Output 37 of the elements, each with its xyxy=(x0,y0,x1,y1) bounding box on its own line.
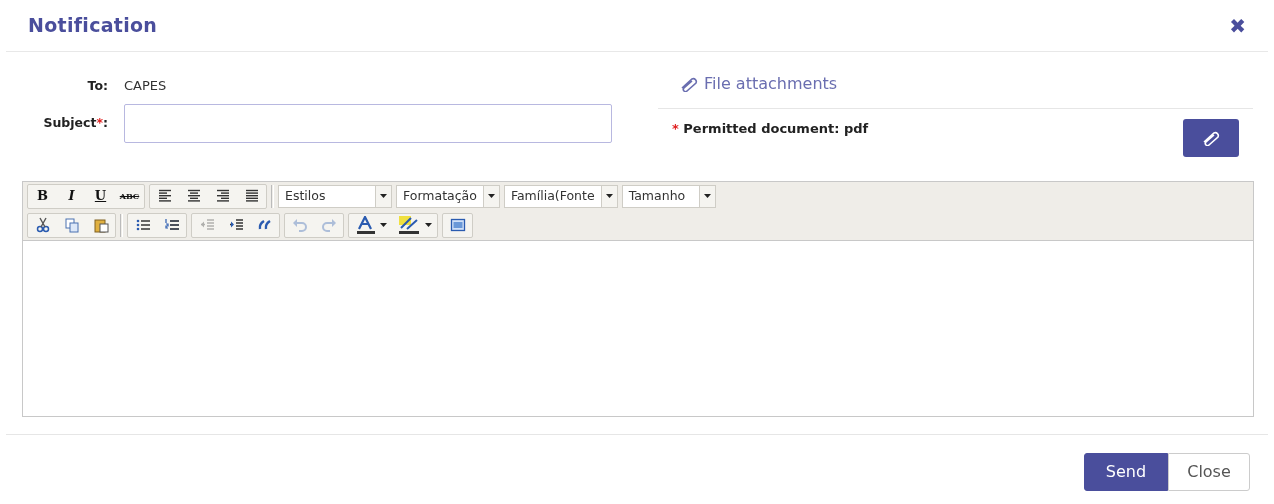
indent-icon xyxy=(227,217,244,233)
text-color-icon xyxy=(355,216,376,234)
attachments-heading: File attachments xyxy=(704,73,838,95)
format-dropdown[interactable]: Formatação xyxy=(396,184,500,208)
recipient-value: CAPES xyxy=(124,77,167,96)
attach-button[interactable] xyxy=(1183,118,1239,157)
scissors-icon xyxy=(34,217,51,233)
format-dropdown[interactable]: Estilos xyxy=(278,184,392,208)
permitted-document-note: * Permitted document: pdf xyxy=(672,119,869,138)
close-button[interactable]: Close xyxy=(1168,452,1250,491)
numbered-list-icon xyxy=(163,217,180,233)
dropdown-arrow-icon xyxy=(379,223,387,227)
format-dropdown[interactable]: Tamanho xyxy=(621,184,716,208)
bold-button[interactable]: B xyxy=(28,184,57,208)
align-left-icon xyxy=(156,188,173,204)
rich-text-editor[interactable]: B I U ABC Estilos Formatação Família(Fonte Tamanho xyxy=(22,180,1254,417)
window-icon xyxy=(449,217,466,233)
format-dropdown[interactable]: Família(Fonte xyxy=(503,184,618,208)
align-center-icon xyxy=(185,188,202,204)
underline-button[interactable]: U xyxy=(86,184,115,208)
highlighter-icon xyxy=(398,216,421,234)
justify-icon xyxy=(243,188,260,204)
redo-icon xyxy=(320,217,337,233)
clipboard-icon xyxy=(92,217,109,233)
to-label: To: xyxy=(86,76,108,95)
italic-button[interactable]: I xyxy=(57,184,86,208)
outdent-icon xyxy=(198,217,215,233)
strikethrough-button[interactable]: ABC xyxy=(115,184,144,208)
subject-field[interactable] xyxy=(124,104,612,143)
dialog-title: Notification xyxy=(28,13,158,39)
bulleted-list-icon xyxy=(134,217,151,233)
align-right-icon xyxy=(214,188,231,204)
copy-icon xyxy=(63,217,80,233)
dropdown-arrow-icon xyxy=(424,223,432,227)
undo-icon xyxy=(291,217,308,233)
send-button[interactable]: Send xyxy=(1084,452,1168,491)
subject-label: Subject*: xyxy=(42,114,108,133)
